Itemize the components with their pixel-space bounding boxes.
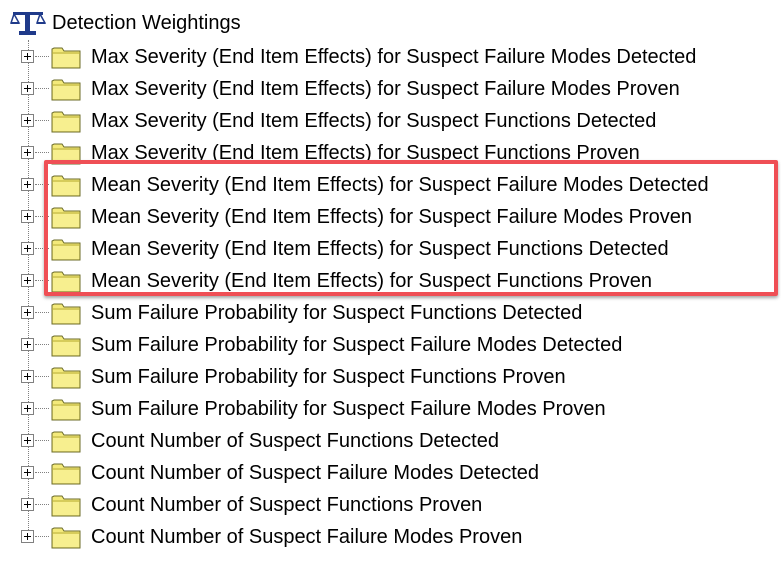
tree-connector-dots — [35, 536, 49, 537]
expand-plus-icon[interactable] — [21, 402, 34, 415]
tree-item[interactable]: Count Number of Suspect Failure Modes Pr… — [0, 521, 781, 553]
tree-connector-dots — [35, 88, 49, 89]
tree-item-label: Count Number of Suspect Failure Modes Pr… — [91, 526, 523, 548]
tree-connector-dots — [35, 216, 49, 217]
tree-item-label: Mean Severity (End Item Effects) for Sus… — [91, 206, 692, 228]
tree-connector-dots — [35, 408, 49, 409]
folder-icon — [51, 141, 81, 165]
folder-icon — [51, 365, 81, 389]
tree-item-label: Sum Failure Probability for Suspect Fail… — [91, 398, 606, 420]
tree-item[interactable]: Sum Failure Probability for Suspect Fail… — [0, 329, 781, 361]
expand-plus-icon[interactable] — [21, 50, 34, 63]
expand-plus-icon[interactable] — [21, 498, 34, 511]
tree-item[interactable]: Max Severity (End Item Effects) for Susp… — [0, 105, 781, 137]
tree-connector-dots — [35, 56, 49, 57]
expand-plus-icon[interactable] — [21, 210, 34, 223]
tree-item-label: Max Severity (End Item Effects) for Susp… — [91, 142, 640, 164]
tree-item[interactable]: Mean Severity (End Item Effects) for Sus… — [0, 233, 781, 265]
tree-item[interactable]: Mean Severity (End Item Effects) for Sus… — [0, 265, 781, 297]
tree-connector-dots — [35, 152, 49, 153]
expand-plus-icon[interactable] — [21, 114, 34, 127]
tree-connector-dots — [35, 280, 49, 281]
tree-item-label: Max Severity (End Item Effects) for Susp… — [91, 78, 680, 100]
balance-scale-icon — [9, 9, 47, 37]
expand-plus-icon[interactable] — [21, 178, 34, 191]
tree-item[interactable]: Mean Severity (End Item Effects) for Sus… — [0, 169, 781, 201]
folder-icon — [51, 77, 81, 101]
folder-icon — [51, 397, 81, 421]
tree-item-label: Sum Failure Probability for Suspect Func… — [91, 302, 583, 324]
tree-item-label: Count Number of Suspect Functions Detect… — [91, 430, 499, 452]
folder-icon — [51, 269, 81, 293]
tree-connector-dots — [35, 248, 49, 249]
tree-item[interactable]: Sum Failure Probability for Suspect Func… — [0, 297, 781, 329]
tree-item-label: Sum Failure Probability for Suspect Func… — [91, 366, 566, 388]
tree-item[interactable]: Sum Failure Probability for Suspect Func… — [0, 361, 781, 393]
tree-connector-dots — [35, 120, 49, 121]
expand-plus-icon[interactable] — [21, 242, 34, 255]
tree-item[interactable]: Count Number of Suspect Functions Detect… — [0, 425, 781, 457]
tree-connector-dots — [35, 472, 49, 473]
folder-icon — [51, 493, 81, 517]
tree-view[interactable]: Detection Weightings Max Severity (End I… — [0, 0, 781, 573]
folder-icon — [51, 205, 81, 229]
tree-item-label: Max Severity (End Item Effects) for Susp… — [91, 110, 657, 132]
tree-connector-dots — [35, 440, 49, 441]
folder-icon — [51, 301, 81, 325]
tree-item[interactable]: Mean Severity (End Item Effects) for Sus… — [0, 201, 781, 233]
tree-connector-dots — [35, 312, 49, 313]
tree-item[interactable]: Max Severity (End Item Effects) for Susp… — [0, 137, 781, 169]
tree-root-label: Detection Weightings — [52, 12, 241, 34]
tree-item[interactable]: Count Number of Suspect Functions Proven — [0, 489, 781, 521]
expand-plus-icon[interactable] — [21, 274, 34, 287]
folder-icon — [51, 45, 81, 69]
tree-connector-dots — [35, 376, 49, 377]
expand-plus-icon[interactable] — [21, 434, 34, 447]
tree-item-label: Max Severity (End Item Effects) for Susp… — [91, 46, 697, 68]
expand-plus-icon[interactable] — [21, 370, 34, 383]
folder-icon — [51, 109, 81, 133]
expand-plus-icon[interactable] — [21, 338, 34, 351]
tree-item-label: Sum Failure Probability for Suspect Fail… — [91, 334, 623, 356]
expand-plus-icon[interactable] — [21, 82, 34, 95]
tree-item-label: Count Number of Suspect Failure Modes De… — [91, 462, 539, 484]
expand-plus-icon[interactable] — [21, 466, 34, 479]
tree-item-label: Mean Severity (End Item Effects) for Sus… — [91, 238, 669, 260]
folder-icon — [51, 461, 81, 485]
expand-plus-icon[interactable] — [21, 530, 34, 543]
expand-plus-icon[interactable] — [21, 146, 34, 159]
tree-item[interactable]: Count Number of Suspect Failure Modes De… — [0, 457, 781, 489]
tree-item[interactable]: Sum Failure Probability for Suspect Fail… — [0, 393, 781, 425]
folder-icon — [51, 237, 81, 261]
tree-item-label: Count Number of Suspect Functions Proven — [91, 494, 483, 516]
folder-icon — [51, 173, 81, 197]
folder-icon — [51, 429, 81, 453]
tree-item[interactable]: Max Severity (End Item Effects) for Susp… — [0, 41, 781, 73]
tree-item-label: Mean Severity (End Item Effects) for Sus… — [91, 270, 652, 292]
tree-root[interactable]: Detection Weightings — [9, 8, 241, 38]
tree-connector-dots — [35, 184, 49, 185]
tree-item-label: Mean Severity (End Item Effects) for Sus… — [91, 174, 709, 196]
tree-item-list: Max Severity (End Item Effects) for Susp… — [0, 41, 781, 553]
tree-connector-dots — [35, 504, 49, 505]
tree-connector-dots — [35, 344, 49, 345]
folder-icon — [51, 525, 81, 549]
tree-item[interactable]: Max Severity (End Item Effects) for Susp… — [0, 73, 781, 105]
folder-icon — [51, 333, 81, 357]
expand-plus-icon[interactable] — [21, 306, 34, 319]
